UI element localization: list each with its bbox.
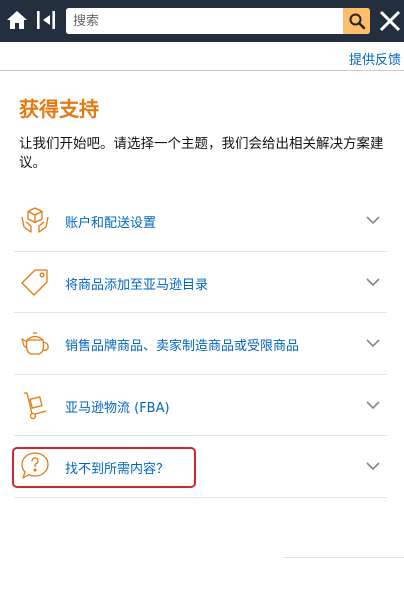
- header-divider: [0, 70, 404, 71]
- topic-label: 亚马逊物流 (FBA): [65, 400, 170, 416]
- topic-label: 将商品添加至亚马逊目录: [65, 277, 209, 293]
- search-box: [66, 8, 370, 34]
- topic-item-add-products[interactable]: 将商品添加至亚马逊目录: [14, 252, 387, 313]
- chevron-down-icon: [366, 216, 380, 225]
- intro-text: 让我们开始吧。请选择一个主题，我们会给出相关解决方案建议。: [19, 136, 384, 171]
- close-icon[interactable]: [377, 7, 403, 35]
- topic-item-account[interactable]: 账户和配送设置: [14, 190, 387, 252]
- feedback-link[interactable]: 提供反馈: [349, 49, 401, 68]
- chevron-down-icon: [366, 462, 380, 471]
- topic-item-fba[interactable]: 亚马逊物流 (FBA): [14, 375, 387, 436]
- chevron-down-icon: [366, 400, 380, 409]
- topic-item-brand-products[interactable]: 销售品牌商品、卖家制造商品或受限商品: [14, 313, 387, 375]
- search-icon: [349, 13, 365, 30]
- bottom-divider: [283, 557, 404, 558]
- page-title: 获得支持: [19, 97, 99, 121]
- collapse-back-icon[interactable]: [34, 8, 58, 32]
- search-input[interactable]: [66, 8, 343, 34]
- topic-label: 账户和配送设置: [65, 216, 157, 231]
- teapot-icon: [21, 332, 49, 355]
- top-bar: [0, 0, 404, 42]
- search-button[interactable]: [343, 8, 370, 34]
- hand-truck-icon: [24, 391, 47, 419]
- home-icon[interactable]: [5, 8, 29, 32]
- highlight-annotation: [12, 447, 196, 488]
- topic-label: 销售品牌商品、卖家制造商品或受限商品: [65, 339, 300, 354]
- price-tag-icon: [21, 268, 48, 296]
- box-in-hands-icon: [21, 207, 49, 233]
- chevron-down-icon: [366, 277, 380, 286]
- chevron-down-icon: [366, 339, 380, 348]
